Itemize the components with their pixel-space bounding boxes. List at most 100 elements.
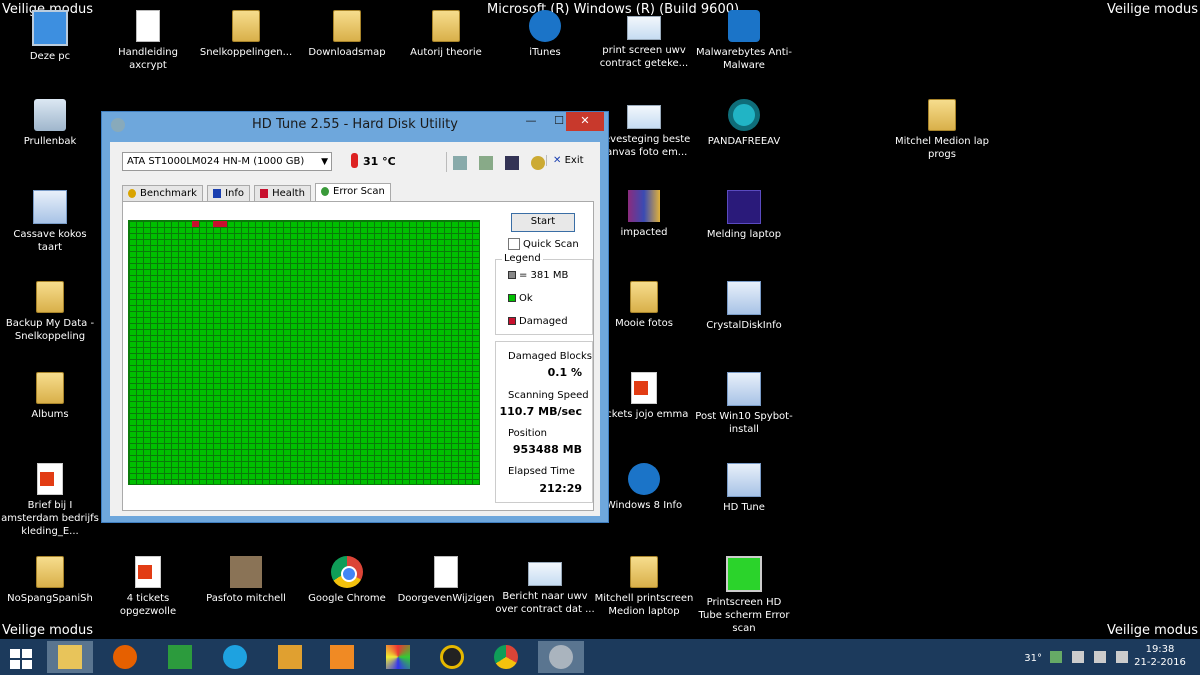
info-icon [628, 463, 660, 495]
hdtune-window: HD Tune 2.55 - Hard Disk Utility — ☐ ✕ A… [101, 111, 609, 523]
pc-icon [32, 10, 68, 46]
desktop-icon-spybot[interactable]: Post Win10 Spybot-install [694, 372, 794, 436]
taskbar-media-player[interactable] [319, 641, 365, 673]
elapsed-time-value: 212:29 [539, 482, 582, 495]
desktop-icon-brief[interactable]: Brief bij I amsterdam bedrijfs kleding_E… [0, 463, 100, 538]
clock-date: 21-2-2016 [1134, 657, 1186, 668]
exit-icon: ✕ [553, 155, 562, 166]
hdtune-icon [549, 645, 573, 669]
desktop-icon-doorgevenwijzigen[interactable]: DoorgevenWijzigen [396, 556, 496, 605]
taskbar-file-explorer[interactable] [47, 641, 93, 673]
minimize-button[interactable]: — [518, 112, 544, 131]
elapsed-time-label: Elapsed Time [508, 466, 575, 477]
desktop-icon-handleiding-axcrypt[interactable]: Handleiding axcrypt [98, 10, 198, 72]
pdf-icon [37, 463, 63, 495]
desktop-icon-downloadsmap[interactable]: Downloadsmap [297, 10, 397, 59]
action-center-icon[interactable] [1072, 651, 1084, 663]
tab-error-scan[interactable]: Error Scan [315, 183, 391, 203]
power-icon[interactable] [1094, 651, 1106, 663]
damaged-block [213, 221, 220, 227]
desktop-icon-malwarebytes[interactable]: Malwarebytes Anti-Malware [694, 10, 794, 72]
title-bar[interactable]: HD Tune 2.55 - Hard Disk Utility — ☐ ✕ [102, 112, 608, 138]
taskbar-hdtune[interactable] [538, 641, 584, 673]
benchmark-icon [128, 188, 136, 198]
paste-icon[interactable] [479, 155, 494, 170]
taskbar-store[interactable] [157, 641, 203, 673]
desktop-icon-bericht-uwv[interactable]: Bericht naar uwv over contract dat ... [495, 556, 595, 616]
desktop-icon-deze-pc[interactable]: Deze pc [0, 10, 100, 63]
photo-icon [230, 556, 262, 588]
drive-select[interactable]: ATA ST1000LM024 HN-M (1000 GB) ▼ [122, 152, 332, 171]
folder-icon [36, 281, 64, 313]
error-scan-panel: Start Quick Scan Legend = 381 MB Ok Dama… [122, 201, 594, 511]
clock[interactable]: 19:38 21-2-2016 [1132, 643, 1188, 669]
desktop-icon-cassave[interactable]: Cassave kokos taart [0, 190, 100, 254]
desktop-icon-google-chrome[interactable]: Google Chrome [297, 556, 397, 605]
health-cross-icon [260, 188, 269, 198]
window-client: ATA ST1000LM024 HN-M (1000 GB) ▼ 31 °C ✕… [110, 142, 600, 516]
desktop-icon-snelkoppelingen[interactable]: Snelkoppelingen... [196, 10, 296, 59]
desktop-icon-bevesteging[interactable]: bevesteging beste canvas foto em... [594, 99, 694, 159]
desktop-icon-mitchell-printscreen[interactable]: Mitchell printscreen Medion laptop [594, 556, 694, 618]
desktop-icon-pasfoto[interactable]: Pasfoto mitchell [196, 556, 296, 605]
start-icon[interactable] [10, 649, 32, 669]
folder-icon [333, 10, 361, 42]
position-value: 953488 MB [512, 443, 582, 456]
network-icon[interactable] [1050, 651, 1062, 663]
folder-icon [630, 556, 658, 588]
desktop-icon-tickets-jojo[interactable]: tickets jojo emma [594, 372, 694, 421]
spybot-icon [727, 372, 761, 406]
desktop-icon-4-tickets[interactable]: 4 tickets opgezwolle [98, 556, 198, 618]
desktop-icon-impacted[interactable]: impacted [594, 190, 694, 239]
damaged-swatch [508, 317, 516, 325]
desktop-icon-nospangspanish[interactable]: NoSpangSpaniSh [0, 556, 100, 605]
start-button[interactable]: Start [511, 213, 575, 232]
chevron-down-icon: ▼ [321, 157, 328, 167]
desktop-icon-backup-my-data[interactable]: Backup My Data - Snelkoppeling [0, 281, 100, 343]
taskbar-firefox[interactable] [102, 641, 148, 673]
screenshot-icon [627, 105, 661, 129]
panda-icon [728, 99, 760, 131]
scanning-speed-label: Scanning Speed [508, 390, 589, 401]
desktop-icon-autorij-theorie[interactable]: Autorij theorie [396, 10, 496, 59]
pdf-icon [631, 372, 657, 404]
copy-icon[interactable] [453, 155, 467, 170]
desktop-icon-melding-laptop[interactable]: Melding laptop [694, 190, 794, 241]
volume-icon[interactable] [1116, 651, 1128, 663]
desktop-icon-pandafreeav[interactable]: PANDAFREEAV [694, 99, 794, 148]
desktop-icon-print-screen-uwv[interactable]: print screen uwv contract geteke... [594, 10, 694, 70]
desktop-icon-itunes[interactable]: iTunes [495, 10, 595, 59]
taskbar-picture-app[interactable] [375, 641, 421, 673]
legend-ok: Ok [508, 293, 533, 304]
damaged-block [192, 221, 199, 227]
internet-explorer-icon [223, 645, 247, 669]
media-player-icon [330, 645, 354, 669]
desktop-icon-albums[interactable]: Albums [0, 372, 100, 421]
close-button[interactable]: ✕ [566, 112, 604, 131]
damaged-blocks-label: Damaged Blocks [508, 351, 592, 362]
exit-button[interactable]: ✕ Exit [546, 155, 584, 166]
desktop-icon-mitchel-medion[interactable]: Mitchel Medion lap progs [892, 99, 992, 161]
tray-temperature: 31° [1024, 653, 1042, 664]
taskbar-paint[interactable] [267, 641, 313, 673]
quick-scan-checkbox[interactable]: Quick Scan [508, 238, 579, 250]
desktop-icon-crystaldiskinfo[interactable]: CrystalDiskInfo [694, 281, 794, 332]
damaged-block [220, 221, 227, 227]
options-icon[interactable] [531, 155, 546, 170]
desktop-icon-hd-tune[interactable]: HD Tune [694, 463, 794, 514]
folder-icon [36, 556, 64, 588]
legend-damaged: Damaged [508, 316, 568, 327]
taskbar-disc-app[interactable] [429, 641, 475, 673]
desktop-icon-prullenbak[interactable]: Prullenbak [0, 99, 100, 148]
safe-mode-label-bottom-left: Veilige modus [2, 623, 93, 638]
desktop-icon-mooie-fotos[interactable]: Mooie fotos [594, 281, 694, 330]
taskbar-internet-explorer[interactable] [212, 641, 258, 673]
save-icon[interactable] [505, 155, 520, 170]
desktop-icon-printscreen-hd-tube[interactable]: Printscreen HD Tube scherm Error scan [694, 556, 794, 635]
legend-group: Legend = 381 MB Ok Damaged [495, 253, 593, 335]
taskbar-chrome[interactable] [483, 641, 529, 673]
desktop-icon-windows8-info[interactable]: Windows 8 Info [594, 463, 694, 512]
position-label: Position [508, 428, 547, 439]
recycle-bin-icon [34, 99, 66, 131]
malwarebytes-icon [728, 10, 760, 42]
